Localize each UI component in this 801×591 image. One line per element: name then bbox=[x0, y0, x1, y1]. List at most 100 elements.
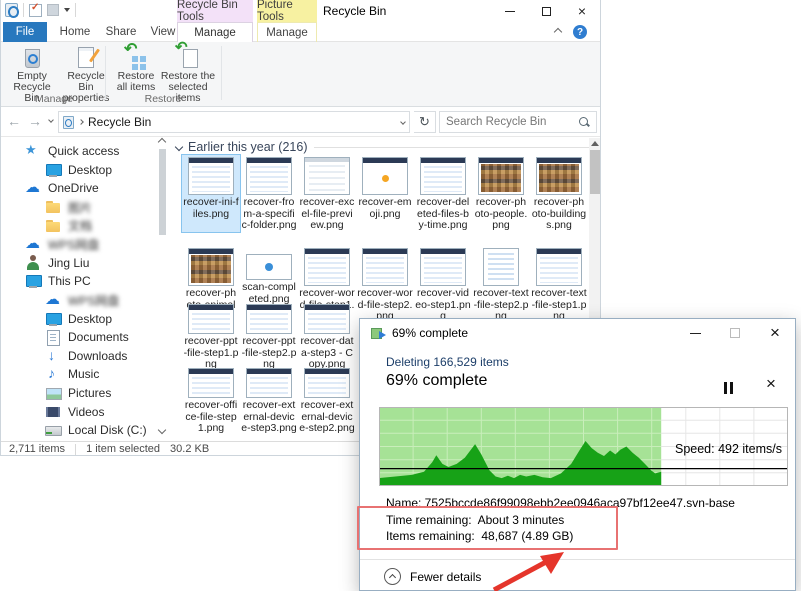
sidebar-item-pictures[interactable]: Pictures bbox=[1, 384, 156, 403]
tab-file[interactable]: File bbox=[3, 22, 47, 42]
file-item[interactable]: recover-external-device-step2.png bbox=[298, 366, 356, 435]
file-thumbnail bbox=[246, 157, 292, 195]
search-input[interactable] bbox=[446, 116, 578, 128]
fewer-details-button[interactable]: Fewer details bbox=[384, 568, 481, 585]
address-bar[interactable]: Recycle Bin bbox=[58, 111, 410, 133]
sidebar-item-downloads[interactable]: Downloads bbox=[1, 347, 156, 366]
file-row: recover-ppt-file-step1.pngrecover-ppt-fi… bbox=[182, 302, 356, 371]
dialog-minimize-button[interactable] bbox=[675, 319, 715, 347]
file-item[interactable]: recover-photo-people.png bbox=[472, 155, 530, 232]
collapse-group-icon[interactable] bbox=[175, 143, 183, 151]
search-box[interactable] bbox=[439, 111, 597, 133]
file-item[interactable]: recover-ppt-file-step1.png bbox=[182, 302, 240, 371]
file-thumbnail bbox=[536, 157, 582, 195]
file-row: recover-ini-files.pngrecover-from-a-spec… bbox=[182, 155, 588, 232]
scrollbar-thumb[interactable] bbox=[590, 150, 600, 194]
restore-selected-items-icon bbox=[176, 45, 200, 69]
scroll-up-icon[interactable] bbox=[158, 138, 166, 146]
file-thumbnail bbox=[246, 368, 292, 398]
pause-button[interactable] bbox=[723, 382, 737, 394]
file-thumbnail bbox=[188, 368, 234, 398]
breadcrumb[interactable]: Recycle Bin bbox=[88, 115, 396, 129]
file-item[interactable]: recover-text-file-step1.png bbox=[530, 246, 588, 323]
recycle-bin-app-icon bbox=[5, 3, 18, 17]
file-item[interactable]: recover-ppt-file-step2.png bbox=[240, 302, 298, 371]
group-divider bbox=[221, 46, 222, 100]
sidebar-item-desktop[interactable]: Desktop bbox=[1, 161, 156, 180]
file-name: recover-photo-people.png bbox=[473, 197, 529, 232]
dialog-close-button[interactable]: × bbox=[755, 319, 795, 347]
scroll-up-icon[interactable] bbox=[591, 141, 599, 146]
file-item[interactable]: recover-external-device-step3.png bbox=[240, 366, 298, 435]
delete-progress-dialog: 69% complete × Deleting 166,529 items 69… bbox=[359, 318, 796, 591]
cancel-button[interactable]: × bbox=[766, 374, 776, 394]
file-item[interactable]: recover-office-file-step1.png bbox=[182, 366, 240, 435]
file-item[interactable]: recover-excel-file-preview.png bbox=[298, 155, 356, 232]
monitor2-icon bbox=[45, 311, 61, 327]
file-item[interactable]: recover-from-a-specific-folder.png bbox=[240, 155, 298, 232]
file-item[interactable]: recover-data-step3 - Copy.png bbox=[298, 302, 356, 371]
empty-recycle-bin-icon bbox=[20, 45, 44, 69]
sidebar-item-wps[interactable]: WPS网盘 bbox=[1, 291, 156, 310]
sidebar-item-onedrive[interactable]: OneDrive bbox=[1, 179, 156, 198]
restore-all-items-icon bbox=[124, 45, 148, 69]
file-item[interactable]: recover-video-step1.png bbox=[414, 246, 472, 323]
sidebar-item-documents[interactable]: Documents bbox=[1, 328, 156, 347]
file-thumbnail bbox=[304, 157, 350, 195]
maximize-button[interactable] bbox=[528, 0, 564, 22]
quick-access-toolbar bbox=[5, 3, 76, 17]
empty-recycle-bin-button[interactable]: Empty Recycle Bin bbox=[7, 45, 57, 95]
restore-selected-items-button[interactable]: Restore the selected items bbox=[159, 45, 217, 95]
customize-toolbar-dropdown-icon[interactable] bbox=[64, 8, 70, 12]
help-icon[interactable]: ? bbox=[573, 25, 587, 39]
address-dropdown-icon[interactable] bbox=[400, 119, 406, 125]
sidebar-item-local-disk-c[interactable]: Local Disk (C:) bbox=[1, 421, 156, 440]
sidebar-item-desktop[interactable]: Desktop bbox=[1, 309, 156, 328]
file-name: recover-ini-files.png bbox=[183, 197, 239, 220]
back-icon[interactable]: ← bbox=[7, 113, 21, 129]
file-thumbnail bbox=[420, 157, 466, 195]
sidebar-item-label: Downloads bbox=[68, 349, 127, 363]
group-header[interactable]: Earlier this year (216) bbox=[176, 140, 589, 154]
file-item[interactable]: recover-word-file-step2.png bbox=[356, 246, 414, 323]
minimize-button[interactable] bbox=[492, 0, 528, 22]
breadcrumb-chevron-icon[interactable] bbox=[78, 119, 84, 125]
doc-icon bbox=[45, 329, 61, 345]
file-item[interactable]: recover-photo-buildings.png bbox=[530, 155, 588, 232]
new-folder-icon[interactable] bbox=[47, 4, 59, 16]
navigation-scrollbar[interactable] bbox=[157, 139, 168, 435]
restore-all-items-button[interactable]: Restore all items bbox=[113, 45, 159, 95]
scroll-down-icon[interactable] bbox=[158, 426, 166, 434]
file-item[interactable]: recover-emoji.png bbox=[356, 155, 414, 232]
close-button[interactable]: × bbox=[564, 0, 600, 22]
forward-icon[interactable]: → bbox=[28, 113, 42, 129]
group-label-restore: Restore bbox=[107, 93, 219, 105]
collapse-ribbon-icon[interactable] bbox=[554, 28, 562, 36]
button-label: Restore all items bbox=[117, 71, 156, 93]
sidebar-item-label: Pictures bbox=[68, 386, 111, 400]
properties-icon[interactable] bbox=[29, 4, 42, 17]
refresh-icon[interactable]: ↻ bbox=[414, 111, 436, 133]
sidebar-item-jing-liu[interactable]: Jing Liu bbox=[1, 254, 156, 273]
sidebar-item-item-4[interactable]: 文档 bbox=[1, 216, 156, 235]
sidebar-item-quick-access[interactable]: Quick access bbox=[1, 142, 156, 161]
sidebar-item-label: Music bbox=[68, 367, 99, 381]
tab-manage-recycle-bin-tools[interactable]: Manage bbox=[177, 22, 253, 42]
navigation-pane: Quick accessDesktopOneDrive图片文档WPS网盘Jing… bbox=[1, 142, 156, 440]
sidebar-item-label: OneDrive bbox=[48, 181, 99, 195]
fewer-details-label: Fewer details bbox=[410, 570, 481, 584]
sidebar-item-this-pc[interactable]: This PC bbox=[1, 272, 156, 291]
sidebar-item-wps[interactable]: WPS网盘 bbox=[1, 235, 156, 254]
search-icon[interactable] bbox=[578, 116, 590, 128]
recent-locations-dropdown-icon[interactable] bbox=[48, 117, 54, 123]
sidebar-item-music[interactable]: Music bbox=[1, 365, 156, 384]
file-name: recover-emoji.png bbox=[357, 197, 413, 220]
scrollbar-thumb[interactable] bbox=[159, 149, 166, 235]
sidebar-item-videos[interactable]: Videos bbox=[1, 402, 156, 421]
file-item[interactable]: recover-deleted-files-by-time.png bbox=[414, 155, 472, 232]
file-item[interactable]: recover-text-file-step2.png bbox=[472, 246, 530, 323]
tab-home[interactable]: Home bbox=[53, 22, 97, 42]
tab-manage-picture-tools[interactable]: Manage bbox=[257, 22, 317, 42]
file-item[interactable]: recover-ini-files.png bbox=[182, 155, 240, 232]
sidebar-item-item-3[interactable]: 图片 bbox=[1, 198, 156, 217]
